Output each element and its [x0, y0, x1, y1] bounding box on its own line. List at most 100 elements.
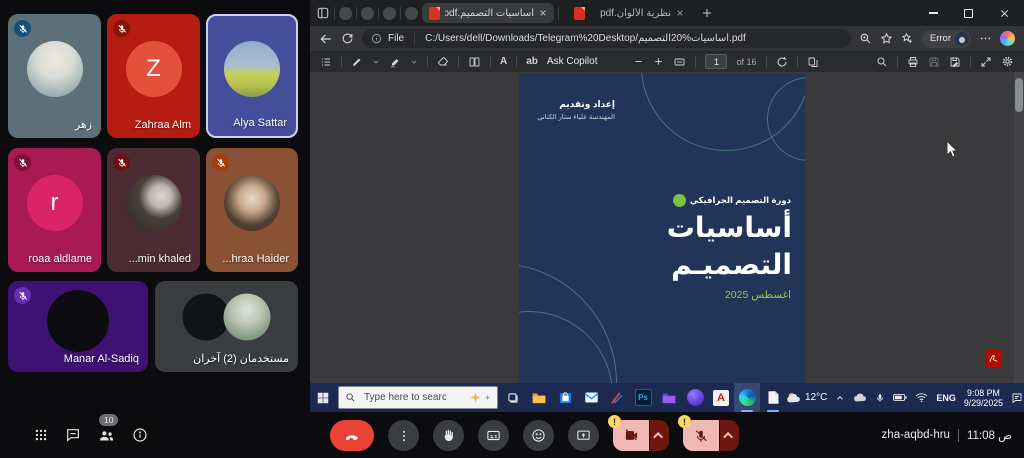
round-app-icon[interactable] [682, 383, 708, 412]
info-icon[interactable] [132, 427, 148, 443]
tray-expand-chevron-icon[interactable] [835, 393, 845, 403]
save-as-icon[interactable] [949, 56, 961, 68]
store-icon[interactable] [552, 383, 578, 412]
address-bar[interactable]: File C:/Users/dell/Downloads/Telegram%20… [362, 29, 851, 48]
zoom-out-icon[interactable] [633, 56, 644, 67]
tab-actions-icon[interactable] [316, 6, 330, 20]
tab-inactive[interactable]: نظرية الألوان.pdf [567, 3, 691, 23]
cover-author: المهندسة علياء ستار الكناني [537, 114, 615, 121]
fullscreen-icon[interactable] [980, 56, 992, 68]
collapsed-tab-circle[interactable] [383, 6, 396, 20]
search-input[interactable] [362, 391, 448, 404]
scrollbar-thumb[interactable] [1015, 78, 1023, 112]
autocad-icon[interactable]: A [708, 383, 734, 412]
fit-to-width-icon[interactable] [673, 56, 686, 68]
collapsed-tab-circle[interactable] [339, 6, 352, 20]
screen: زهر Z Zahraa Alm Alya Sattar r roaa aldl… [0, 0, 1024, 458]
favorite-star-icon[interactable] [880, 32, 893, 45]
apps-grid-icon[interactable] [34, 428, 48, 442]
settings-more-icon[interactable] [979, 32, 992, 45]
back-icon[interactable] [319, 32, 333, 46]
weather-widget[interactable]: 12°C [786, 391, 827, 404]
wifi-icon[interactable] [915, 392, 928, 403]
tray-clock[interactable]: 9:08 PM 9/29/2025 [964, 388, 1003, 408]
paint-pen-icon[interactable] [604, 383, 630, 412]
mail-icon[interactable] [578, 383, 604, 412]
save-icon[interactable] [928, 56, 940, 68]
profile-button[interactable]: Error [921, 29, 971, 48]
document-app-icon[interactable] [760, 383, 786, 412]
refresh-icon[interactable] [341, 32, 354, 45]
more-options-button[interactable] [388, 420, 419, 451]
page-number-input[interactable]: 1 [705, 54, 728, 69]
weather-icon [787, 393, 800, 403]
raise-hand-button[interactable] [433, 420, 464, 451]
pdf-page-cover: إعداد وتقديم المهندسة علياء ستار الكناني… [519, 73, 805, 383]
pen-dropdown-chevron-icon[interactable] [372, 58, 380, 66]
draw-pen-icon[interactable] [351, 56, 363, 68]
text-highlight-icon[interactable]: ab [526, 56, 538, 67]
battery-icon[interactable] [893, 393, 907, 402]
participant-tile[interactable]: ...hraa Haider [206, 148, 298, 272]
read-aloud-icon[interactable]: A [500, 56, 507, 67]
close-window-icon[interactable] [999, 8, 1010, 19]
open-in-acrobat-button[interactable] [985, 350, 1002, 367]
start-button[interactable] [310, 383, 336, 412]
participant-tile[interactable]: Manar Al-Sadiq [8, 281, 148, 372]
rotate-icon[interactable] [776, 56, 788, 68]
page-view-icon[interactable] [468, 56, 481, 68]
ask-copilot-button[interactable]: Ask Copilot [547, 56, 598, 67]
print-icon[interactable] [907, 56, 919, 68]
task-view-icon[interactable] [500, 383, 526, 412]
highlighter-dropdown-chevron-icon[interactable] [410, 58, 418, 66]
close-tab-icon[interactable] [539, 9, 547, 17]
participant-tile[interactable]: Z Zahraa Alm [107, 14, 200, 138]
file-explorer-icon[interactable] [526, 383, 552, 412]
eraser-icon[interactable] [437, 56, 449, 68]
participant-tile[interactable]: r roaa aldlame [8, 148, 101, 272]
tray-mic-icon[interactable] [875, 392, 885, 404]
onedrive-cloud-icon[interactable] [853, 392, 867, 403]
minimize-icon[interactable] [929, 12, 938, 14]
mic-options-chevron[interactable] [720, 420, 739, 451]
zoom-in-icon[interactable] [653, 56, 664, 67]
new-tab-icon[interactable] [701, 7, 713, 19]
camera-options-chevron[interactable] [650, 420, 669, 451]
purple-folder-icon[interactable] [656, 383, 682, 412]
close-tab-icon[interactable] [676, 9, 684, 17]
highlighter-icon[interactable] [389, 56, 401, 68]
pdf-viewport[interactable]: إعداد وتقديم المهندسة علياء ستار الكناني… [310, 72, 1024, 383]
divider [765, 55, 767, 68]
participants-icon[interactable]: 10 [98, 413, 119, 444]
green-dot [672, 194, 686, 207]
hang-up-button[interactable] [330, 420, 374, 451]
participant-tile[interactable]: زهر [8, 14, 101, 138]
collapsed-tab-circle[interactable] [405, 6, 418, 20]
overflow-participants-tile[interactable]: مستخدمان (2) آخران [155, 281, 298, 372]
action-center-icon[interactable] [1011, 392, 1023, 404]
copilot-icon[interactable] [1000, 31, 1015, 46]
present-screen-button[interactable] [568, 420, 599, 451]
chat-icon[interactable] [65, 427, 81, 443]
page-info-icon[interactable] [371, 33, 382, 44]
maximize-icon[interactable] [964, 8, 973, 18]
reactions-button[interactable] [523, 420, 554, 451]
organize-pages-icon[interactable] [807, 56, 819, 68]
edge-browser-icon[interactable] [734, 383, 760, 412]
divider [970, 55, 971, 68]
table-of-contents-icon[interactable] [320, 56, 332, 68]
tab-active[interactable]: أساسيات التصميم.pdf [422, 3, 554, 23]
tray-date: 9/29/2025 [963, 397, 1003, 408]
participant-tile-active-speaker[interactable]: Alya Sattar [206, 14, 298, 138]
favorites-bar-icon[interactable] [901, 32, 914, 45]
scrollbar[interactable] [1014, 72, 1024, 383]
pdf-settings-gear-icon[interactable] [1001, 55, 1014, 68]
collapsed-tab-circle[interactable] [361, 6, 374, 20]
zoom-search-icon[interactable] [859, 32, 872, 45]
taskbar-search-box[interactable] [338, 386, 498, 409]
captions-button[interactable] [478, 420, 509, 451]
participant-tile[interactable]: ...min khaled [107, 148, 200, 272]
search-document-icon[interactable] [876, 56, 888, 68]
language-indicator[interactable]: ENG [936, 393, 956, 403]
photoshop-icon[interactable]: Ps [630, 383, 656, 412]
